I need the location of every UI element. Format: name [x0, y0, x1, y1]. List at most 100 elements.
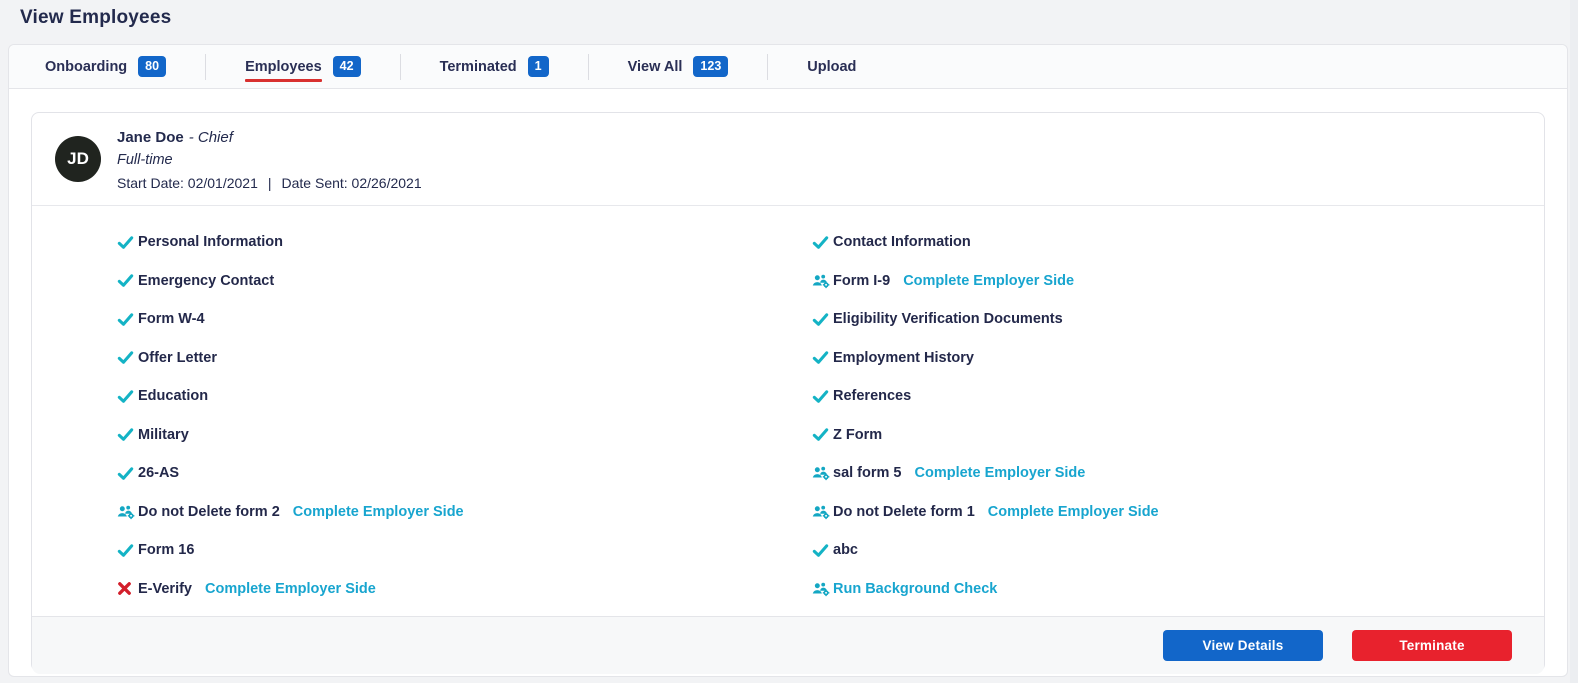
users-gear-icon	[812, 273, 833, 289]
users-gear-icon	[812, 504, 833, 520]
employee-summary: Jane Doe - Chief Full-time Start Date: 02…	[117, 127, 422, 191]
checklist-item-label: Z Form	[833, 426, 883, 443]
scrollbar[interactable]	[1570, 0, 1578, 683]
checklist-item: Run Background Check	[812, 578, 1544, 600]
employee-name: Jane Doe	[117, 129, 184, 146]
check-icon	[812, 234, 833, 251]
complete-employer-side-link[interactable]: Complete Employer Side	[205, 581, 376, 597]
checklist-item-label: Education	[138, 388, 209, 404]
checklist-action-link[interactable]: Run Background Check	[833, 581, 997, 597]
checklist-item-label: Emergency Contact	[138, 272, 275, 289]
checklist-item: Offer Letter	[117, 347, 812, 369]
checklist-item-label: sal form 5	[833, 465, 902, 481]
checklist-item: sal form 5 Complete Employer Side	[812, 462, 1544, 484]
tab-onboarding[interactable]: Onboarding 80	[45, 45, 205, 88]
start-date: Start Date: 02/01/2021	[117, 175, 258, 191]
tab-count-badge: 80	[138, 56, 167, 77]
check-icon	[117, 426, 138, 443]
employee-card-header: JD Jane Doe - Chief Full-time Start Date:…	[32, 113, 1544, 206]
checklist-item-label: Form 16	[138, 542, 195, 558]
checklist-item-label: References	[833, 388, 912, 404]
checklist-item: Eligibility Verification Documents	[812, 308, 1544, 330]
checklist-item: Form 16	[117, 539, 812, 561]
users-gear-icon	[117, 504, 138, 520]
employee-dates: Start Date: 02/01/2021 | Date Sent: 02/2…	[117, 175, 422, 191]
check-icon	[117, 542, 138, 559]
checklist-item-label: Eligibility Verification Documents	[833, 311, 1063, 327]
checklist-item-label: abc	[833, 542, 858, 558]
check-icon	[117, 349, 138, 366]
check-icon	[812, 349, 833, 366]
checklist-item: abc	[812, 539, 1544, 561]
checklist-item-label: Personal Information	[138, 234, 284, 250]
checklist-item: Emergency Contact	[117, 270, 812, 292]
users-gear-icon	[812, 581, 833, 597]
date-separator: |	[267, 175, 272, 191]
checklist-item-label: Employment History	[833, 349, 974, 366]
avatar: JD	[55, 136, 101, 182]
checklist-item-label: Contact Information	[833, 234, 971, 250]
check-icon	[117, 272, 138, 289]
complete-employer-side-link[interactable]: Complete Employer Side	[293, 504, 464, 520]
checklist-item: Form I-9 Complete Employer Side	[812, 270, 1544, 292]
users-gear-icon	[812, 465, 833, 481]
checklist-item-label: Form I-9	[833, 272, 891, 289]
checklist-item: 26-AS	[117, 462, 812, 484]
check-icon	[812, 542, 833, 559]
tab-bar: Onboarding 80 Employees 42 Terminated 1 View A…	[9, 45, 1567, 89]
employee-name-row: Jane Doe - Chief	[117, 127, 422, 146]
tab-view-all[interactable]: View All 123	[589, 45, 768, 88]
checklist-item-label: Form W-4	[138, 311, 205, 327]
checklist-item: Do not Delete form 1 Complete Employer Si…	[812, 501, 1544, 523]
employee-card: JD Jane Doe - Chief Full-time Start Date:…	[31, 112, 1545, 674]
checklist-column-left: Personal Information Emergency Contact For…	[117, 231, 812, 616]
checklist-item: References	[812, 385, 1544, 407]
tab-count-badge: 1	[527, 56, 549, 77]
complete-employer-side-link[interactable]: Complete Employer Side	[915, 465, 1086, 481]
check-icon	[117, 234, 138, 251]
checklist-item: Do not Delete form 2 Complete Employer Si…	[117, 501, 812, 523]
check-icon	[117, 388, 138, 405]
page-title: View Employees	[20, 7, 172, 28]
onboarding-checklist: Personal Information Emergency Contact For…	[32, 206, 1544, 616]
terminate-button[interactable]: Terminate	[1352, 630, 1512, 661]
tab-terminated[interactable]: Terminated 1	[401, 45, 588, 88]
tab-label: Upload	[807, 58, 857, 75]
checklist-column-right: Contact Information Form I-9 Complete Emp…	[812, 231, 1544, 616]
employment-type: Full-time	[117, 152, 173, 168]
checklist-item: Personal Information	[117, 231, 812, 253]
tab-label: Onboarding	[45, 58, 128, 75]
checklist-item-label: Do not Delete form 1	[833, 503, 975, 520]
checklist-item: Military	[117, 424, 812, 446]
checklist-item-label: 26-AS	[138, 465, 180, 481]
tab-employees[interactable]: Employees 42	[206, 45, 399, 88]
checklist-item: E-Verify Complete Employer Side	[117, 578, 812, 600]
tab-label: Employees	[245, 58, 322, 82]
checklist-item: Employment History	[812, 347, 1544, 369]
checklist-item-label: Military	[138, 426, 189, 443]
checklist-item-label: Do not Delete form 2	[138, 503, 280, 520]
check-icon	[117, 311, 138, 328]
checklist-item: Education	[117, 385, 812, 407]
tab-label: View All	[627, 58, 683, 75]
checklist-item-label: Offer Letter	[138, 349, 217, 366]
checklist-item: Form W-4	[117, 308, 812, 330]
tab-count-badge: 123	[693, 56, 729, 77]
tab-count-badge: 42	[332, 56, 361, 77]
checklist-item: Z Form	[812, 424, 1544, 446]
check-icon	[812, 426, 833, 443]
x-icon	[117, 581, 138, 596]
check-icon	[117, 465, 138, 482]
tab-label: Terminated	[439, 58, 517, 75]
check-icon	[812, 388, 833, 405]
employees-panel: Onboarding 80 Employees 42 Terminated 1 View A…	[8, 44, 1568, 677]
complete-employer-side-link[interactable]: Complete Employer Side	[903, 273, 1074, 289]
view-details-button[interactable]: View Details	[1163, 630, 1323, 661]
date-sent: Date Sent: 02/26/2021	[281, 175, 422, 191]
checklist-item: Contact Information	[812, 231, 1544, 253]
employee-role: - Chief	[188, 129, 233, 146]
complete-employer-side-link[interactable]: Complete Employer Side	[988, 504, 1159, 520]
check-icon	[812, 311, 833, 328]
tab-upload[interactable]: Upload	[768, 45, 895, 88]
checklist-item-label: E-Verify	[138, 580, 192, 597]
